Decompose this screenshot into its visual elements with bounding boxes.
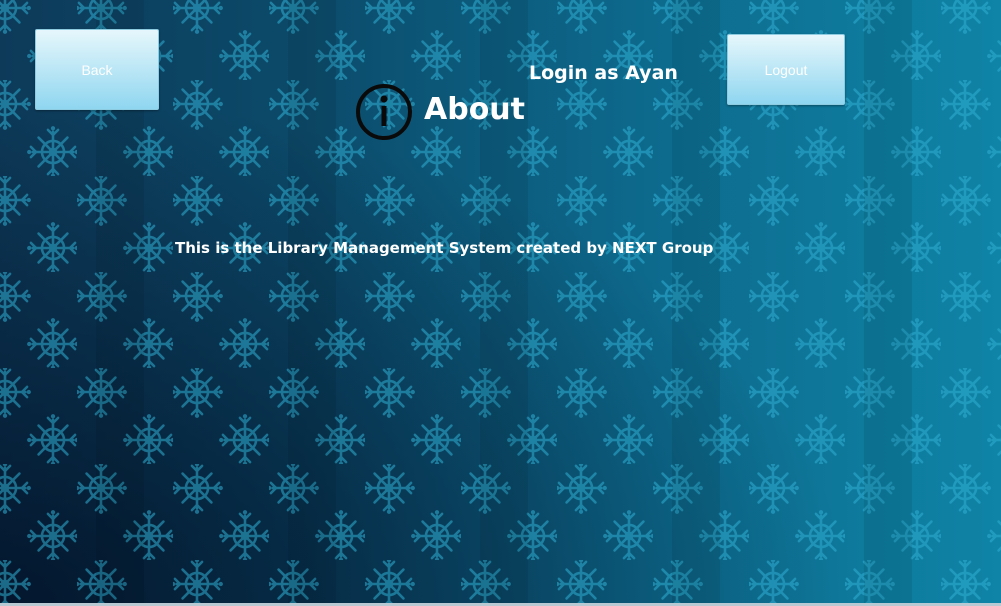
background-stripe	[672, 0, 720, 606]
page-title: About	[424, 92, 526, 127]
background-stripe	[480, 0, 528, 606]
logout-button[interactable]: Logout	[727, 34, 845, 105]
back-button[interactable]: Back	[35, 29, 159, 110]
background-stripe	[864, 0, 912, 606]
background-stripe	[288, 0, 336, 606]
login-status-label: Login as Ayan	[529, 62, 678, 84]
info-circle-icon	[356, 84, 412, 140]
about-window: Back Login as Ayan Logout About This is …	[0, 0, 1001, 606]
about-description: This is the Library Management System cr…	[175, 239, 714, 257]
